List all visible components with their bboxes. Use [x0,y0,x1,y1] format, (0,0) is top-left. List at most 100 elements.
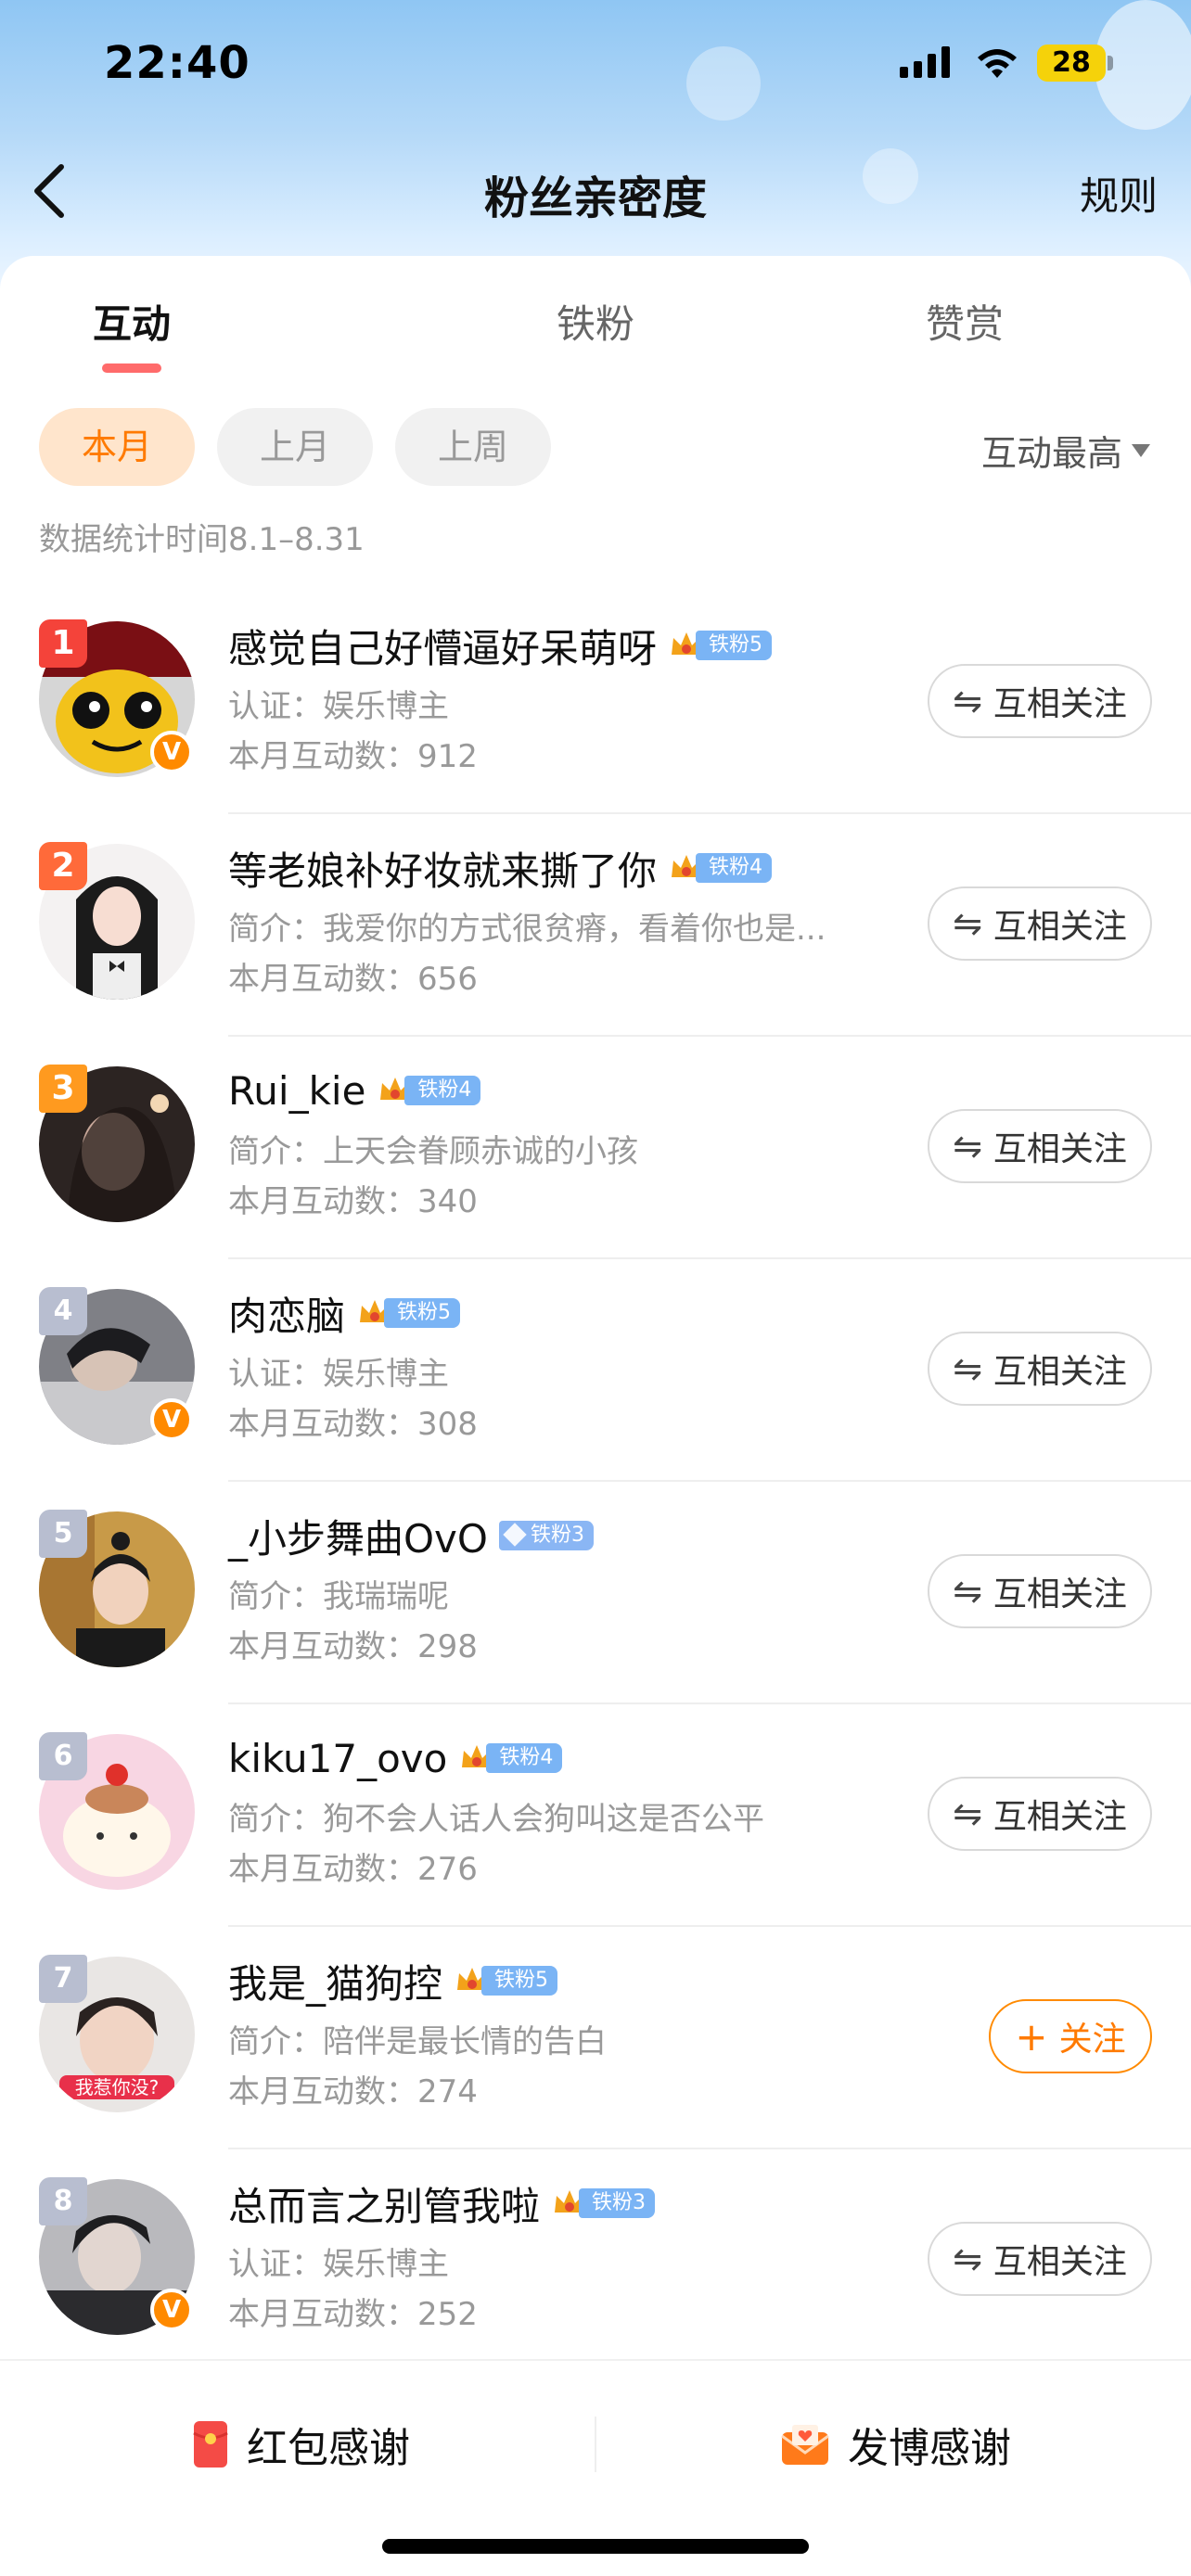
fan-interaction-count: 本月互动数：252 [228,2296,478,2333]
wifi-icon [978,49,1017,78]
verified-icon: V [150,731,193,773]
red-packet-thanks-button[interactable]: 红包感谢 [193,2415,410,2474]
fan-level-label: 铁粉4 [486,1743,563,1773]
home-indicator[interactable] [382,2539,809,2554]
rank-badge: 2 [39,842,87,890]
tab-iron-fans[interactable]: 铁粉 [549,293,642,350]
fan-name: 肉恋脑 [228,1293,346,1339]
battery-cap [1108,56,1113,70]
iron-fan-badge: 铁粉3 [498,1516,594,1555]
red-packet-icon [193,2421,228,2468]
fan-level-label: 铁粉5 [384,1298,461,1328]
fan-description: 简介：我爱你的方式很贫瘠，看着你也是... [228,911,826,948]
page-title: 粉丝亲密度 [483,172,707,224]
swap-arrows-icon: ⇋ [953,1793,982,1834]
tab-active-indicator [102,363,161,373]
button-label: 关注 [1058,2021,1126,2059]
list-item[interactable]: 4 V 肉恋脑 铁粉5 认证：娱乐博主 本月互动数：308 ⇋ 互相关注 [0,1259,1191,1482]
iron-fan-badge: 铁粉5 [356,1294,461,1333]
verified-icon: V [150,1398,193,1441]
mutual-follow-button[interactable]: ⇋ 互相关注 [928,886,1152,961]
fan-level-label: 铁粉3 [579,2188,656,2218]
fan-description: 简介：我瑞瑞呢 [228,1578,449,1615]
list-item[interactable]: 5 _小步舞曲OvO 铁粉3 简介：我瑞瑞呢 本月互动数：298 ⇋ 互相关注 [0,1482,1191,1704]
fan-interaction-count: 本月互动数：656 [228,961,478,998]
rank-badge: 4 [39,1287,87,1335]
post-thanks-button[interactable]: 发博感谢 [781,2415,1011,2474]
fan-description: 认证：娱乐博主 [228,2246,449,2283]
swap-arrows-icon: ⇋ [953,2238,982,2279]
fan-interaction-count: 本月互动数：298 [228,1628,478,1665]
list-item[interactable]: 1 V 感觉自己好懵逼好呆萌呀 铁粉5 认证：娱乐博主 本月互动数：912 ⇋ … [0,592,1191,814]
filter-this-month[interactable]: 本月 [39,408,195,486]
fan-description: 认证：娱乐博主 [228,688,449,725]
mutual-follow-button[interactable]: ⇋ 互相关注 [928,1554,1152,1628]
fan-interaction-count: 本月互动数：340 [228,1183,478,1220]
fan-level-label: 铁粉4 [696,853,773,883]
rank-badge: 7 [39,1955,87,2003]
fan-description: 简介：上天会眷顾赤诚的小孩 [228,1133,638,1170]
plus-icon: + [1015,2013,1048,2060]
fan-description: 认证：娱乐博主 [228,1356,449,1393]
fan-name: Rui_kie [228,1067,366,1114]
sort-dropdown[interactable]: 互动最高 [981,425,1150,476]
post-thanks-label: 发博感谢 [848,2425,1011,2472]
mutual-follow-button[interactable]: ⇋ 互相关注 [928,2222,1152,2296]
list-item[interactable]: 我惹你没? 7 我是_猫狗控 铁粉5 简介：陪伴是最长情的告白 本月互动数：27… [0,1927,1191,2149]
divider [595,2417,596,2472]
tab-interaction[interactable]: 互动 [85,293,178,350]
rules-link[interactable]: 规则 [1080,165,1158,222]
filter-last-month[interactable]: 上月 [217,408,373,486]
rank-badge: 5 [39,1510,87,1558]
sort-label: 互动最高 [980,433,1122,474]
filter-last-week[interactable]: 上周 [395,408,551,486]
fan-name: kiku17_ovo [228,1735,448,1781]
fan-interaction-count: 本月互动数：912 [228,738,478,775]
verified-icon: V [150,2289,193,2331]
rank-badge: 1 [39,619,87,668]
list-item[interactable]: 8 V 总而言之别管我啦 铁粉3 认证：娱乐博主 本月互动数：252 ⇋ 互相关… [0,2149,1191,2372]
nav-bar: 粉丝亲密度 规则 [0,148,1191,232]
iron-fan-badge: 铁粉4 [377,1071,481,1110]
rank-badge: 3 [39,1065,87,1113]
list-item[interactable]: 2 等老娘补好妆就来撕了你 铁粉4 简介：我爱你的方式很贫瘠，看着你也是... … [0,814,1191,1037]
tab-appreciation[interactable]: 赞赏 [918,293,1011,350]
fan-level-label: 铁粉4 [404,1076,481,1105]
button-label: 互相关注 [992,1353,1127,1391]
iron-fan-badge: 铁粉4 [668,848,773,887]
mutual-follow-button[interactable]: ⇋ 互相关注 [928,664,1152,738]
button-label: 互相关注 [992,908,1127,946]
battery-level: 28 [1037,45,1106,82]
swap-arrows-icon: ⇋ [953,1348,982,1389]
list-item[interactable]: 3 Rui_kie 铁粉4 简介：上天会眷顾赤诚的小孩 本月互动数：340 ⇋ … [0,1037,1191,1259]
fan-level-label: 铁粉3 [530,1524,584,1547]
fan-name: 感觉自己好懵逼好呆萌呀 [228,625,658,671]
cellular-signal-icon [900,45,950,78]
mutual-follow-button[interactable]: ⇋ 互相关注 [928,1777,1152,1851]
swap-arrows-icon: ⇋ [953,1126,982,1167]
triangle-down-icon [1132,443,1150,457]
swap-arrows-icon: ⇋ [953,903,982,944]
fan-interaction-count: 本月互动数：308 [228,1406,478,1443]
rank-badge: 6 [39,1732,87,1780]
red-packet-thanks-label: 红包感谢 [247,2425,410,2472]
status-bar: 22:40 28 [0,0,1191,130]
envelope-heart-icon [781,2425,829,2465]
swap-arrows-icon: ⇋ [953,681,982,721]
fan-interaction-count: 本月互动数：276 [228,1851,478,1888]
list-item[interactable]: 6 kiku17_ovo 铁粉4 简介：狗不会人话人会狗叫这是否公平 本月互动数… [0,1704,1191,1927]
rank-badge: 8 [39,2177,87,2225]
mutual-follow-button[interactable]: ⇋ 互相关注 [928,1332,1152,1406]
diamond-icon [503,1523,527,1547]
fan-description: 简介：狗不会人话人会狗叫这是否公平 [228,1801,764,1838]
iron-fan-badge: 铁粉5 [454,1961,558,2000]
button-label: 互相关注 [992,685,1127,723]
tab-bar: 互动 铁粉 赞赏 [0,293,1191,376]
status-time: 22:40 [104,37,250,89]
fan-name: 我是_猫狗控 [228,1960,443,2007]
fan-level-tag: 铁粉3 [498,1521,594,1550]
follow-button[interactable]: + 关注 [989,1999,1152,2073]
mutual-follow-button[interactable]: ⇋ 互相关注 [928,1109,1152,1183]
fan-list: 1 V 感觉自己好懵逼好呆萌呀 铁粉5 认证：娱乐博主 本月互动数：912 ⇋ … [0,592,1191,2372]
button-label: 互相关注 [992,2243,1127,2281]
